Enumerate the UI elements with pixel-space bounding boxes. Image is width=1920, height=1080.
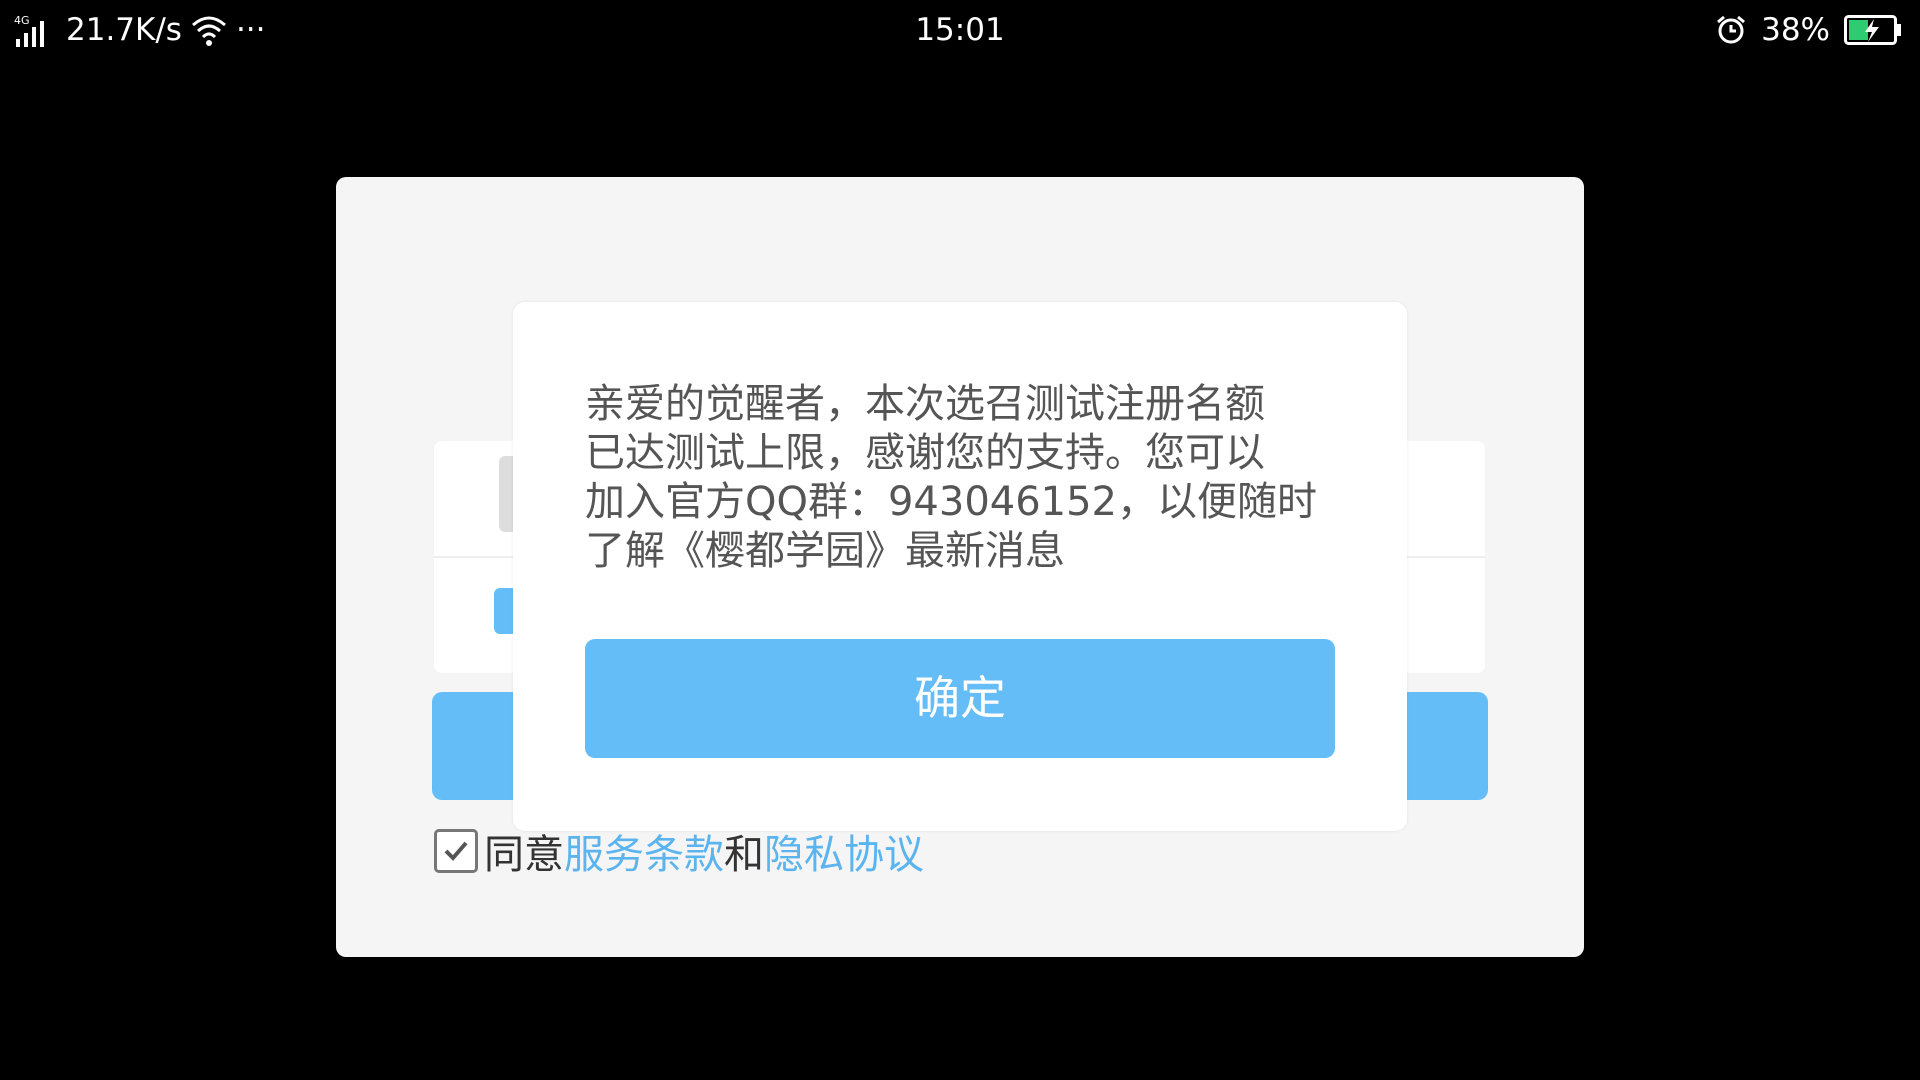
status-time: 15:01	[915, 12, 1005, 48]
more-indicator: ···	[235, 12, 266, 48]
alarm-icon	[1715, 14, 1747, 46]
status-bar-right: 38%	[1715, 10, 1902, 50]
battery-percent: 38%	[1761, 12, 1830, 48]
status-bar-time-area: 15:01	[0, 10, 1920, 50]
screen: 4G 21.7K/s ··· 15:01 38% 同意 服务条款 和 隐私协议 …	[0, 0, 1920, 1080]
battery-charging-icon	[1844, 15, 1902, 45]
status-bar: 4G 21.7K/s ··· 15:01 38%	[0, 0, 1920, 58]
status-bar-left: 4G 21.7K/s ···	[14, 10, 266, 50]
confirm-button[interactable]: 确定	[585, 639, 1335, 758]
wifi-icon	[190, 13, 228, 47]
notice-dialog: 亲爱的觉醒者，本次选召测试注册名额 已达测试上限，感谢您的支持。您可以 加入官方…	[513, 302, 1407, 831]
check-icon	[444, 841, 468, 861]
signal-icon: 4G	[14, 13, 58, 47]
dialog-message: 亲爱的觉醒者，本次选召测试注册名额 已达测试上限，感谢您的支持。您可以 加入官方…	[585, 380, 1345, 576]
dialog-message-line: 已达测试上限，感谢您的支持。您可以	[585, 430, 1265, 476]
dialog-message-line: 了解《樱都学园》最新消息	[585, 528, 1065, 574]
dialog-message-line: 加入官方QQ群：943046152，以便随时	[585, 479, 1318, 525]
dialog-message-line: 亲爱的觉醒者，本次选召测试注册名额	[585, 381, 1265, 427]
agree-checkbox[interactable]	[434, 829, 478, 873]
net-speed: 21.7K/s	[66, 12, 182, 48]
agreement-row: 同意 服务条款 和 隐私协议	[434, 823, 924, 879]
network-type-label: 4G	[14, 14, 30, 27]
